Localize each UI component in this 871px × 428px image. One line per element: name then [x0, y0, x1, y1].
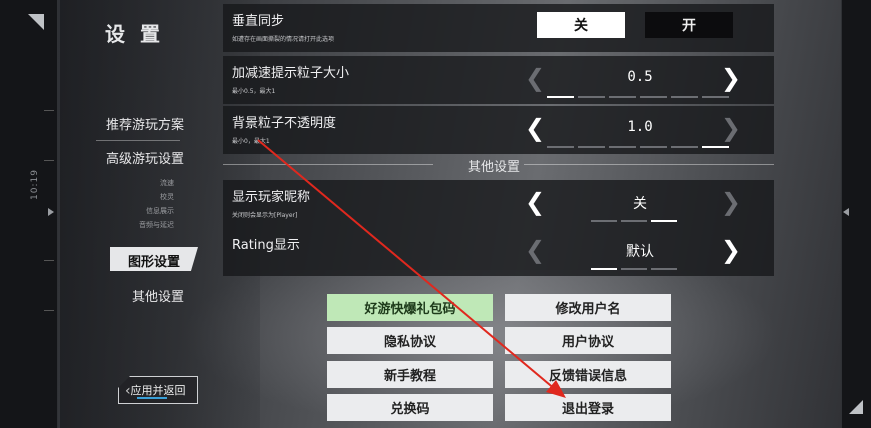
corner-triangle-icon: [28, 14, 44, 30]
level-segment: [651, 268, 677, 270]
stepper: ❮ 关 ❯: [525, 180, 765, 228]
level-segment: [609, 146, 636, 148]
increase-chevron-icon[interactable]: ❯: [721, 64, 741, 92]
change-username-button[interactable]: 修改用户名: [505, 294, 671, 321]
level-segment: [547, 96, 574, 98]
divider: [524, 164, 774, 165]
back-chevron-icon: ‹: [125, 383, 131, 399]
privacy-policy-button[interactable]: 隐私协议: [327, 327, 493, 354]
sidebar-subitem[interactable]: 校灵: [130, 192, 174, 202]
apply-and-return-button[interactable]: ‹ 应用并返回: [118, 376, 198, 404]
stepper: ❮ 默认 ❯: [525, 228, 765, 276]
sidebar-item-label: 图形设置: [127, 255, 180, 270]
level-segment: [702, 96, 729, 98]
setting-bg-particle-opacity: 背景粒子不透明度 最小0，最大1 ❮ 1.0 ❯: [223, 106, 774, 154]
vsync-on-button[interactable]: 开: [645, 12, 733, 38]
section-header: 其他设置: [223, 156, 774, 175]
level-segment: [547, 146, 574, 148]
setting-label: 加减速提示粒子大小: [232, 66, 350, 81]
setting-rating-display: Rating显示 ❮ 默认 ❯: [223, 228, 774, 276]
level-indicator: [591, 268, 677, 270]
level-segment: [651, 220, 677, 222]
tutorial-button[interactable]: 新手教程: [327, 361, 493, 388]
stepper: ❮ 1.0 ❯: [525, 106, 765, 154]
setting-vsync: 垂直同步 如遭存在画面撕裂的情况请打开此选项 关 开: [223, 4, 774, 52]
stepper-value: 1.0: [627, 119, 653, 135]
page-title: 设 置: [105, 22, 164, 46]
stepper-value: 默认: [626, 244, 654, 260]
gift-code-button[interactable]: 好游快爆礼包码: [327, 294, 493, 321]
level-segment: [621, 268, 647, 270]
divider: [96, 140, 180, 141]
level-segment: [621, 220, 647, 222]
level-segment: [640, 96, 667, 98]
level-segment: [578, 146, 605, 148]
stepper: ❮ 0.5 ❯: [525, 56, 765, 104]
setting-show-nickname: 显示玩家昵称 关闭则会显示为[Player] ❮ 关 ❯: [223, 180, 774, 228]
sidebar-item-label: 其他设置: [131, 290, 184, 305]
level-segment: [671, 96, 698, 98]
logout-button[interactable]: 退出登录: [505, 394, 671, 421]
frame-arrow-icon: [48, 208, 54, 216]
increase-chevron-icon[interactable]: ❯: [721, 236, 741, 264]
frame-arrow-icon: [843, 208, 849, 216]
vsync-off-button[interactable]: 关: [537, 12, 625, 38]
decrease-chevron-icon[interactable]: ❮: [525, 114, 545, 142]
sidebar-item-label: 高级游玩设置: [105, 152, 184, 167]
setting-hint: 如遭存在画面撕裂的情况请打开此选项: [232, 36, 335, 43]
frame-tick: [44, 310, 54, 311]
level-indicator: [547, 96, 729, 98]
back-button-label: 应用并返回: [130, 384, 186, 397]
level-segment: [591, 220, 617, 222]
decrease-chevron-icon[interactable]: ❮: [525, 236, 545, 264]
divider: [223, 164, 433, 165]
stepper-value: 0.5: [627, 69, 653, 85]
sidebar-item-recommended[interactable]: 推荐游玩方案: [96, 110, 192, 141]
level-segment: [578, 96, 605, 98]
level-segment: [609, 96, 636, 98]
setting-label: 背景粒子不透明度: [232, 116, 337, 131]
setting-accel-particle-size: 加减速提示粒子大小 最小0.5，最大1 ❮ 0.5 ❯: [223, 56, 774, 104]
setting-label: 显示玩家昵称: [232, 190, 311, 205]
corner-triangle-icon: [849, 400, 863, 414]
decrease-chevron-icon[interactable]: ❮: [525, 64, 545, 92]
progress-bar: [137, 397, 167, 399]
setting-hint: 最小0，最大1: [232, 138, 270, 145]
user-agreement-button[interactable]: 用户协议: [505, 327, 671, 354]
level-segment: [702, 146, 729, 148]
sidebar-subitem[interactable]: 信息展示: [120, 206, 174, 216]
redeem-code-button[interactable]: 兑换码: [327, 394, 493, 421]
clock-label: 10:19: [30, 169, 40, 200]
increase-chevron-icon[interactable]: ❯: [721, 188, 741, 216]
level-segment: [591, 268, 617, 270]
level-indicator: [547, 146, 729, 148]
sidebar-subitem[interactable]: 音频与延迟: [110, 220, 174, 230]
decrease-chevron-icon[interactable]: ❮: [525, 188, 545, 216]
setting-hint: 最小0.5，最大1: [232, 88, 276, 95]
frame-tick: [44, 110, 54, 111]
setting-label: Rating显示: [232, 238, 300, 253]
frame-tick: [44, 160, 54, 161]
setting-label: 垂直同步: [232, 14, 285, 29]
sidebar-item-graphics[interactable]: 图形设置: [110, 247, 198, 271]
level-segment: [671, 146, 698, 148]
sidebar-item-label: 推荐游玩方案: [105, 118, 184, 133]
sidebar-item-advanced[interactable]: 高级游玩设置: [96, 144, 192, 171]
level-segment: [640, 146, 667, 148]
sidebar-item-other[interactable]: 其他设置: [110, 282, 192, 309]
level-indicator: [591, 220, 677, 222]
report-error-button[interactable]: 反馈错误信息: [505, 361, 671, 388]
section-title: 其他设置: [468, 160, 521, 175]
stepper-value: 关: [633, 196, 647, 212]
sidebar-subitem[interactable]: 流速: [130, 178, 174, 188]
setting-hint: 关闭则会显示为[Player]: [232, 212, 298, 219]
frame-tick: [44, 260, 54, 261]
increase-chevron-icon[interactable]: ❯: [721, 114, 741, 142]
